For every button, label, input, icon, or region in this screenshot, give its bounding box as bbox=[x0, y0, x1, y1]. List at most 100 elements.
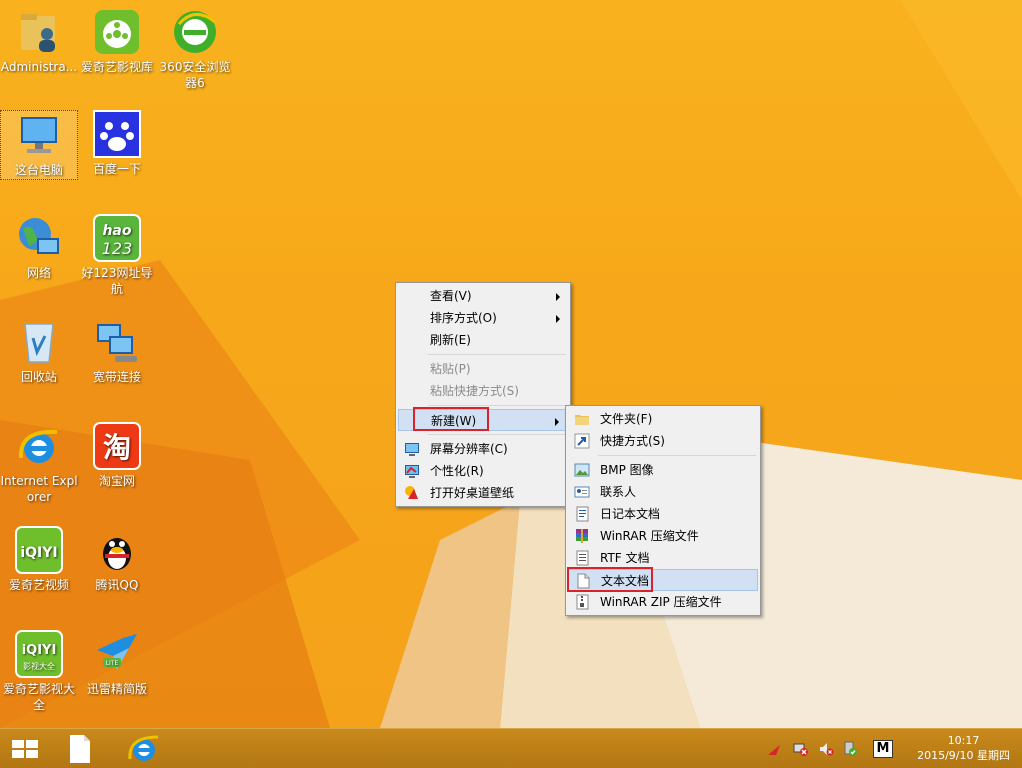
folder-icon bbox=[574, 411, 590, 427]
icon-label: 这台电脑 bbox=[14, 163, 63, 177]
icon-label: 迅雷精简版 bbox=[86, 682, 147, 696]
desktop-icon-360-browser[interactable]: 360安全浏览器6 bbox=[156, 8, 234, 91]
svg-text:影视大全: 影视大全 bbox=[23, 661, 55, 671]
annotation-box-text-document bbox=[567, 567, 653, 592]
desktop-icon-recycle-bin[interactable]: 回收站 bbox=[0, 318, 78, 385]
desktop-icon-internet-explorer[interactable]: Internet Explorer bbox=[0, 422, 78, 505]
submenu-item-rtf-document[interactable]: RTF 文档 bbox=[568, 547, 758, 569]
internet-explorer-icon bbox=[128, 735, 159, 761]
xunlei-bird-icon: LITE bbox=[93, 630, 141, 678]
volume-muted-icon[interactable] bbox=[818, 741, 834, 757]
icon-label: 百度一下 bbox=[92, 162, 141, 176]
blank-document-icon bbox=[70, 735, 90, 763]
baidu-paw-icon bbox=[93, 110, 141, 158]
ime-indicator[interactable]: M bbox=[873, 740, 893, 758]
desktop-icon-iqiyi-video[interactable]: iQIYI 爱奇艺视频 bbox=[0, 526, 78, 593]
computer-icon bbox=[15, 111, 63, 159]
internet-explorer-icon bbox=[15, 422, 63, 470]
svg-text:iQIYI: iQIYI bbox=[20, 545, 57, 561]
submenu-arrow-icon bbox=[555, 418, 559, 426]
icon-label: 360安全浏览器6 bbox=[159, 60, 231, 90]
menu-separator bbox=[428, 434, 566, 435]
submenu-item-winrar-archive[interactable]: WinRAR 压缩文件 bbox=[568, 525, 758, 547]
desktop-icon-iqiyi-daquan[interactable]: iQIYI 影视大全 爱奇艺影视大全 bbox=[0, 630, 78, 713]
menu-separator bbox=[428, 354, 566, 355]
svg-text:iQIYI: iQIYI bbox=[22, 643, 57, 658]
iqiyi-icon: iQIYI bbox=[15, 526, 63, 574]
submenu-item-journal[interactable]: 日记本文档 bbox=[568, 503, 758, 525]
desktop-icon-xunlei-lite[interactable]: LITE 迅雷精简版 bbox=[78, 630, 156, 697]
iqiyi-daquan-icon: iQIYI 影视大全 bbox=[15, 630, 63, 678]
clock-time: 10:17 bbox=[947, 734, 980, 747]
svg-text:123: 123 bbox=[102, 239, 133, 258]
desktop-icon-taobao[interactable]: 淘 淘宝网 bbox=[78, 422, 156, 489]
submenu-arrow-icon bbox=[556, 293, 560, 301]
taskbar-clock[interactable]: 10:17 2015/9/10 星期四 bbox=[917, 733, 1010, 763]
taskbar-notepad-button[interactable] bbox=[56, 729, 104, 768]
recycle-bin-icon bbox=[15, 318, 63, 366]
submenu-item-folder[interactable]: 文件夹(F) bbox=[568, 408, 758, 430]
security-shield-icon[interactable] bbox=[842, 741, 858, 757]
desktop-icon-baidu[interactable]: 百度一下 bbox=[78, 110, 156, 177]
qq-penguin-icon bbox=[93, 526, 141, 574]
svg-text:淘: 淘 bbox=[103, 431, 131, 464]
journal-document-icon bbox=[574, 506, 590, 522]
contact-card-icon bbox=[574, 484, 590, 500]
menu-separator bbox=[428, 405, 566, 406]
user-folder-icon bbox=[15, 8, 63, 56]
desktop-icon-this-pc[interactable]: 这台电脑 bbox=[0, 110, 78, 180]
menu-item-personalize[interactable]: 个性化(R) bbox=[398, 460, 568, 482]
desktop-icon-hao123[interactable]: hao 123 好123网址导航 bbox=[78, 214, 156, 297]
desktop-icon-administrator[interactable]: Administra... bbox=[0, 8, 78, 75]
menu-item-refresh[interactable]: 刷新(E) bbox=[398, 329, 568, 351]
icon-label: Internet Explorer bbox=[0, 474, 78, 504]
icon-label: 好123网址导航 bbox=[81, 266, 153, 296]
screen-resolution-icon bbox=[404, 441, 420, 457]
hao123-icon: hao 123 bbox=[93, 214, 141, 262]
menu-item-open-wallpaper[interactable]: 打开好桌道壁纸 bbox=[398, 482, 568, 504]
bmp-image-icon bbox=[574, 462, 590, 478]
taobao-icon: 淘 bbox=[93, 422, 141, 470]
menu-item-paste-shortcut: 粘贴快捷方式(S) bbox=[430, 384, 519, 398]
submenu-item-shortcut[interactable]: 快捷方式(S) bbox=[568, 430, 758, 452]
clock-date: 2015/9/10 星期四 bbox=[917, 749, 1010, 762]
svg-text:hao: hao bbox=[102, 223, 131, 239]
submenu-item-bmp-image[interactable]: BMP 图像 bbox=[568, 459, 758, 481]
taskbar-ie-button[interactable] bbox=[120, 729, 168, 768]
icon-label: 爱奇艺视频 bbox=[8, 578, 69, 592]
menu-item-screen-resolution[interactable]: 屏幕分辨率(C) bbox=[398, 438, 568, 460]
desktop-icon-iqiyi-library[interactable]: 爱奇艺影视库 bbox=[78, 8, 156, 75]
menu-item-view[interactable]: 查看(V) bbox=[398, 285, 568, 307]
menu-item-paste: 粘贴(P) bbox=[430, 362, 471, 376]
broadband-connection-icon bbox=[93, 318, 141, 366]
icon-label: 宽带连接 bbox=[92, 370, 141, 384]
shortcut-icon bbox=[574, 433, 590, 449]
desktop-icon-broadband[interactable]: 宽带连接 bbox=[78, 318, 156, 385]
submenu-item-winrar-zip[interactable]: WinRAR ZIP 压缩文件 bbox=[568, 591, 758, 613]
network-disconnected-icon[interactable] bbox=[793, 741, 809, 757]
icon-label: 爱奇艺影视库 bbox=[80, 60, 153, 74]
icon-label: 腾讯QQ bbox=[95, 578, 139, 592]
menu-separator bbox=[598, 455, 756, 456]
wallpaper-app-icon bbox=[404, 485, 420, 501]
menu-item-sort-by[interactable]: 排序方式(O) bbox=[398, 307, 568, 329]
icon-label: 网络 bbox=[26, 266, 51, 280]
start-button[interactable] bbox=[0, 729, 50, 768]
submenu-item-contact[interactable]: 联系人 bbox=[568, 481, 758, 503]
tray-expand-icon[interactable] bbox=[766, 741, 782, 757]
svg-text:LITE: LITE bbox=[106, 660, 119, 667]
winrar-archive-icon bbox=[574, 528, 590, 544]
icon-label: 淘宝网 bbox=[98, 474, 135, 488]
annotation-box-new bbox=[413, 407, 489, 431]
desktop-icon-tencent-qq[interactable]: 腾讯QQ bbox=[78, 526, 156, 593]
film-reel-icon bbox=[93, 8, 141, 56]
icon-label: 回收站 bbox=[20, 370, 57, 384]
submenu-arrow-icon bbox=[556, 315, 560, 323]
taskbar: M 10:17 2015/9/10 星期四 bbox=[0, 728, 1022, 768]
rtf-document-icon bbox=[574, 550, 590, 566]
personalize-icon bbox=[404, 463, 420, 479]
network-globe-icon bbox=[15, 214, 63, 262]
icon-label: Administra... bbox=[0, 60, 78, 74]
desktop-icon-network[interactable]: 网络 bbox=[0, 214, 78, 281]
windows-logo-icon bbox=[12, 740, 38, 758]
